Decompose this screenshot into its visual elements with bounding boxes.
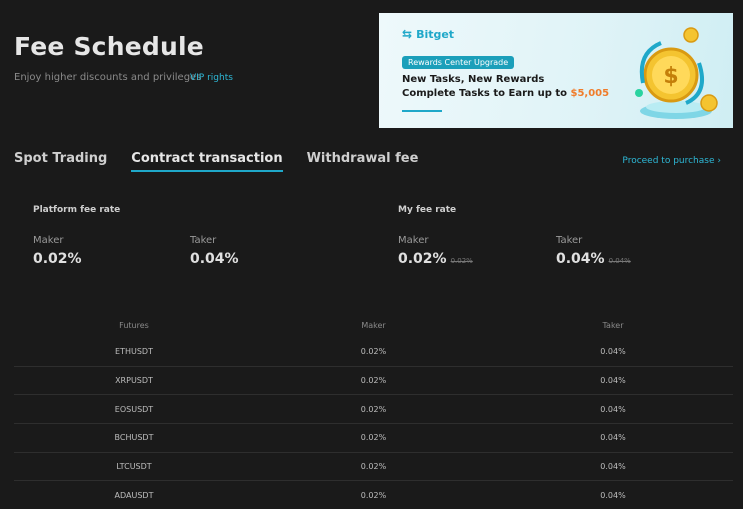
page-title: Fee Schedule [14, 32, 204, 61]
table-row: LTCUSDT 0.02% 0.04% [14, 453, 733, 482]
svg-text:$: $ [663, 64, 678, 89]
my-taker-label: Taker [556, 235, 583, 246]
row-taker: 0.04% [600, 376, 626, 386]
vip-rights-link[interactable]: VIP rights [190, 73, 233, 83]
row-maker: 0.02% [360, 433, 387, 443]
row-symbol: ADAUSDT [114, 491, 154, 501]
row-taker: 0.04% [600, 491, 626, 501]
row-taker: 0.04% [600, 347, 626, 357]
row-taker: 0.04% [600, 404, 626, 414]
platform-maker-value: 0.02% [33, 251, 82, 267]
tab-spot-trading[interactable]: Spot Trading [14, 151, 107, 172]
table-row: ETHUSDT 0.02% 0.04% [14, 338, 733, 367]
my-taker-value: 0.04% [556, 251, 605, 267]
row-maker: 0.02% [360, 404, 387, 414]
header-taker: Taker [602, 320, 624, 330]
bitget-logo: ⇆ Bitget [402, 27, 454, 41]
row-maker: 0.02% [360, 491, 387, 501]
row-maker: 0.02% [360, 376, 387, 386]
page-subtitle: Enjoy higher discounts and privileges [14, 72, 202, 83]
my-fee-title: My fee rate [398, 205, 457, 215]
banner-headline: New Tasks, New Rewards [402, 74, 545, 85]
promo-banner[interactable]: ⇆ Bitget Rewards Center Upgrade New Task… [379, 13, 733, 128]
table-row: EOSUSDT 0.02% 0.04% [14, 395, 733, 425]
tab-contract-transaction[interactable]: Contract transaction [131, 151, 283, 172]
banner-subline-text: Complete Tasks to Earn up to [402, 88, 571, 99]
my-maker-value: 0.02% [398, 251, 447, 267]
header-maker: Maker [361, 320, 386, 330]
platform-maker-label: Maker [33, 235, 64, 246]
proceed-to-purchase-label: Proceed to purchase [622, 156, 715, 166]
row-maker: 0.02% [360, 462, 387, 472]
row-maker: 0.02% [360, 347, 387, 357]
my-maker-rate: 0.02% 0.02% [398, 251, 473, 267]
table-header: Futures Maker Taker [14, 312, 733, 338]
row-symbol: EOSUSDT [114, 404, 154, 414]
bitget-logo-icon: ⇆ [402, 27, 413, 41]
banner-underline [402, 110, 442, 112]
bitget-brand-text: Bitget [416, 27, 455, 41]
platform-taker-label: Taker [190, 235, 217, 246]
row-symbol: XRPUSDT [115, 376, 153, 386]
my-taker-rate: 0.04% 0.04% [556, 251, 631, 267]
proceed-to-purchase-link[interactable]: Proceed to purchase › [622, 156, 721, 166]
futures-fee-table: Futures Maker Taker ETHUSDT 0.02% 0.04% … [14, 312, 733, 509]
banner-badge: Rewards Center Upgrade [402, 56, 515, 69]
platform-fee-title: Platform fee rate [33, 205, 121, 215]
banner-reward-amount: $5,005 [570, 88, 610, 99]
row-symbol: BCHUSDT [114, 433, 154, 443]
chevron-right-icon: › [717, 156, 721, 166]
my-taker-original: 0.04% [608, 257, 631, 265]
row-symbol: LTCUSDT [116, 462, 152, 472]
tab-withdrawal-fee[interactable]: Withdrawal fee [307, 151, 419, 172]
row-taker: 0.04% [600, 433, 626, 443]
table-row: ADAUSDT 0.02% 0.04% [14, 481, 733, 509]
row-taker: 0.04% [600, 462, 626, 472]
table-row: BCHUSDT 0.02% 0.04% [14, 424, 733, 453]
table-row: XRPUSDT 0.02% 0.04% [14, 367, 733, 396]
row-symbol: ETHUSDT [115, 347, 153, 357]
platform-taker-value: 0.04% [190, 251, 239, 267]
dollar-coin-illustration-icon: $ [635, 27, 718, 119]
banner-subline: Complete Tasks to Earn up to $5,005 [402, 88, 609, 99]
header-futures: Futures [119, 320, 149, 330]
fee-tabs: Spot Trading Contract transaction Withdr… [14, 151, 418, 172]
my-maker-label: Maker [398, 235, 429, 246]
my-maker-original: 0.02% [450, 257, 473, 265]
